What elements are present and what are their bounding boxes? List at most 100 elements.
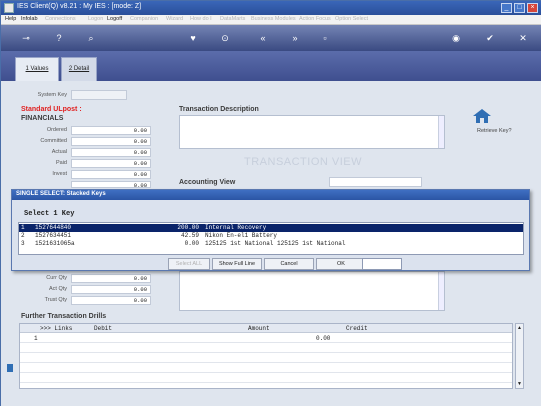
title-bar: IES Client(Q) v8.21 : My IES : [mode: Z]… — [1, 1, 541, 15]
close-button[interactable]: × — [527, 3, 538, 13]
scroll-up-icon[interactable]: ▲ — [517, 325, 522, 331]
menu-business-modules: Business Modules — [251, 16, 296, 22]
table-row[interactable] — [20, 364, 512, 373]
row-amount: 0.00 — [184, 240, 199, 247]
menu-option-select: Option Select — [335, 16, 369, 22]
tab-values[interactable]: 1 Values — [15, 57, 59, 81]
table-row[interactable]: 1 0.00 — [20, 334, 512, 343]
search-icon[interactable]: ⌕ — [85, 32, 97, 44]
paid-label: Paid — [55, 160, 67, 166]
minimize-button[interactable]: _ — [501, 3, 512, 13]
accounting-view-field[interactable] — [329, 177, 422, 187]
select-all-button: Select ALL — [168, 258, 210, 270]
dialog-title: SINGLE SELECT: Stacked Keys — [12, 190, 529, 200]
row-key: 1527634451 — [35, 232, 72, 239]
scroll-down-icon[interactable]: ▼ — [517, 381, 522, 387]
system-key-label: System Key — [37, 92, 67, 98]
menu-infolab[interactable]: Infolab — [21, 16, 38, 22]
side-handle-icon[interactable] — [7, 364, 13, 372]
rewind-icon[interactable]: « — [257, 32, 269, 44]
menu-connections: Connections — [45, 16, 76, 22]
ok-button[interactable]: OK — [316, 258, 366, 270]
row-num: 2 — [21, 232, 25, 239]
row-amount: 200.00 — [177, 224, 199, 231]
tab-strip: 1 Values 2 Detail — [1, 51, 541, 81]
table-row[interactable] — [20, 374, 512, 383]
menu-how-do-i: How do I — [190, 16, 212, 22]
menu-logoff[interactable]: Logoff — [107, 16, 122, 22]
financial-extra-field[interactable]: 0.00 — [71, 181, 151, 189]
tab-values-label: 1 Values — [25, 66, 49, 72]
tab-detail[interactable]: 2 Detail — [61, 57, 97, 81]
list-item[interactable]: 3 1521631065a 0.00 125125 1st National 1… — [19, 240, 523, 248]
invest-field[interactable]: 0.00 — [71, 170, 151, 179]
drills-scrollbar[interactable]: ▲ ▼ — [515, 323, 524, 389]
menu-datamarts: DataMarts — [220, 16, 246, 22]
form-title: Standard ULpost : — [21, 106, 82, 113]
list-item[interactable]: 1 1527644840 200.00 Internal Recovery — [19, 224, 523, 232]
toolbar: ⊸ ? ⌕ ♥ ⊙ « » ▫ ◉ ✔ ✕ — [1, 25, 541, 51]
window-title: IES Client(Q) v8.21 : My IES : [mode: Z] — [17, 3, 142, 10]
transaction-description-box[interactable] — [179, 115, 445, 149]
drills-header: Further Transaction Drills — [21, 313, 107, 320]
description-scrollbar[interactable] — [438, 116, 444, 148]
row-number: 1 — [34, 335, 38, 342]
help-icon[interactable]: ? — [53, 32, 65, 44]
col-credit: Credit — [346, 325, 368, 332]
act-qty-label: Act Qty — [48, 286, 67, 292]
transaction-description-header: Transaction Description — [179, 106, 259, 113]
menu-wizard: Wizard — [166, 16, 184, 22]
system-key-field[interactable] — [71, 90, 127, 100]
financials-header: FINANCIALS — [21, 115, 64, 122]
ordered-field[interactable]: 0.00 — [71, 126, 151, 135]
menu-logon: Logon — [88, 16, 104, 22]
row-key: 1521631065a — [35, 240, 75, 247]
confirm-icon[interactable]: ✔ — [484, 32, 496, 44]
row-key: 1527644840 — [35, 224, 72, 231]
row-desc: Nikon En-el1 Battery — [205, 232, 278, 239]
fast-forward-icon[interactable]: » — [289, 32, 301, 44]
ordered-label: Ordered — [46, 127, 67, 133]
key-list[interactable]: 1 1527644840 200.00 Internal Recovery 2 … — [18, 222, 524, 255]
paid-field[interactable]: 0.00 — [71, 159, 151, 168]
row-amount: 42.59 — [180, 232, 199, 239]
home-icon[interactable] — [472, 108, 492, 124]
row-num: 1 — [21, 224, 25, 231]
menu-companion: Companion — [130, 16, 159, 22]
back-icon[interactable]: ◉ — [450, 32, 462, 44]
app-window: IES Client(Q) v8.21 : My IES : [mode: Z]… — [0, 0, 541, 406]
page-icon[interactable]: ▫ — [319, 32, 331, 44]
app-icon — [4, 3, 14, 13]
trust-qty-field[interactable]: 0.00 — [71, 296, 151, 305]
col-amount: Amount — [248, 325, 270, 332]
row-desc: 125125 1st National 125125 1st National — [205, 240, 346, 247]
dialog-input[interactable] — [362, 258, 402, 270]
close-icon[interactable]: ✕ — [517, 32, 529, 44]
menu-bar: Help Infolab Connections Logon Logoff Co… — [1, 15, 541, 25]
maximize-button[interactable]: □ — [514, 3, 525, 13]
options-icon[interactable]: ⊙ — [219, 32, 231, 44]
row-desc: Internal Recovery — [205, 224, 267, 231]
curr-qty-label: Curr Qty — [46, 275, 67, 281]
committed-field[interactable]: 0.00 — [71, 137, 151, 146]
table-row[interactable] — [20, 354, 512, 363]
list-item[interactable]: 2 1527634451 42.59 Nikon En-el1 Battery — [19, 232, 523, 240]
heart-icon[interactable]: ♥ — [187, 32, 199, 44]
accounting-scrollbar[interactable] — [438, 272, 444, 310]
view-watermark: TRANSACTION VIEW — [244, 156, 363, 168]
row-amount: 0.00 — [316, 335, 331, 342]
show-full-line-button[interactable]: Show Full Line — [212, 258, 262, 270]
col-debit: Debit — [94, 325, 113, 332]
tab-detail-label: 2 Detail — [68, 66, 90, 72]
retrieve-key-label: Retrieve Key? — [477, 128, 512, 134]
table-row[interactable] — [20, 344, 512, 353]
accounting-view-box[interactable] — [179, 271, 445, 311]
key-icon[interactable]: ⊸ — [15, 32, 37, 44]
menu-help[interactable]: Help — [5, 16, 16, 22]
act-qty-field[interactable]: 0.00 — [71, 285, 151, 294]
accounting-view-header: Accounting View — [179, 179, 236, 186]
actual-field[interactable]: 0.00 — [71, 148, 151, 157]
cancel-button[interactable]: Cancel — [264, 258, 314, 270]
curr-qty-field[interactable]: 0.00 — [71, 274, 151, 283]
drills-header-row: >>> Links Debit Amount Credit — [20, 324, 512, 333]
